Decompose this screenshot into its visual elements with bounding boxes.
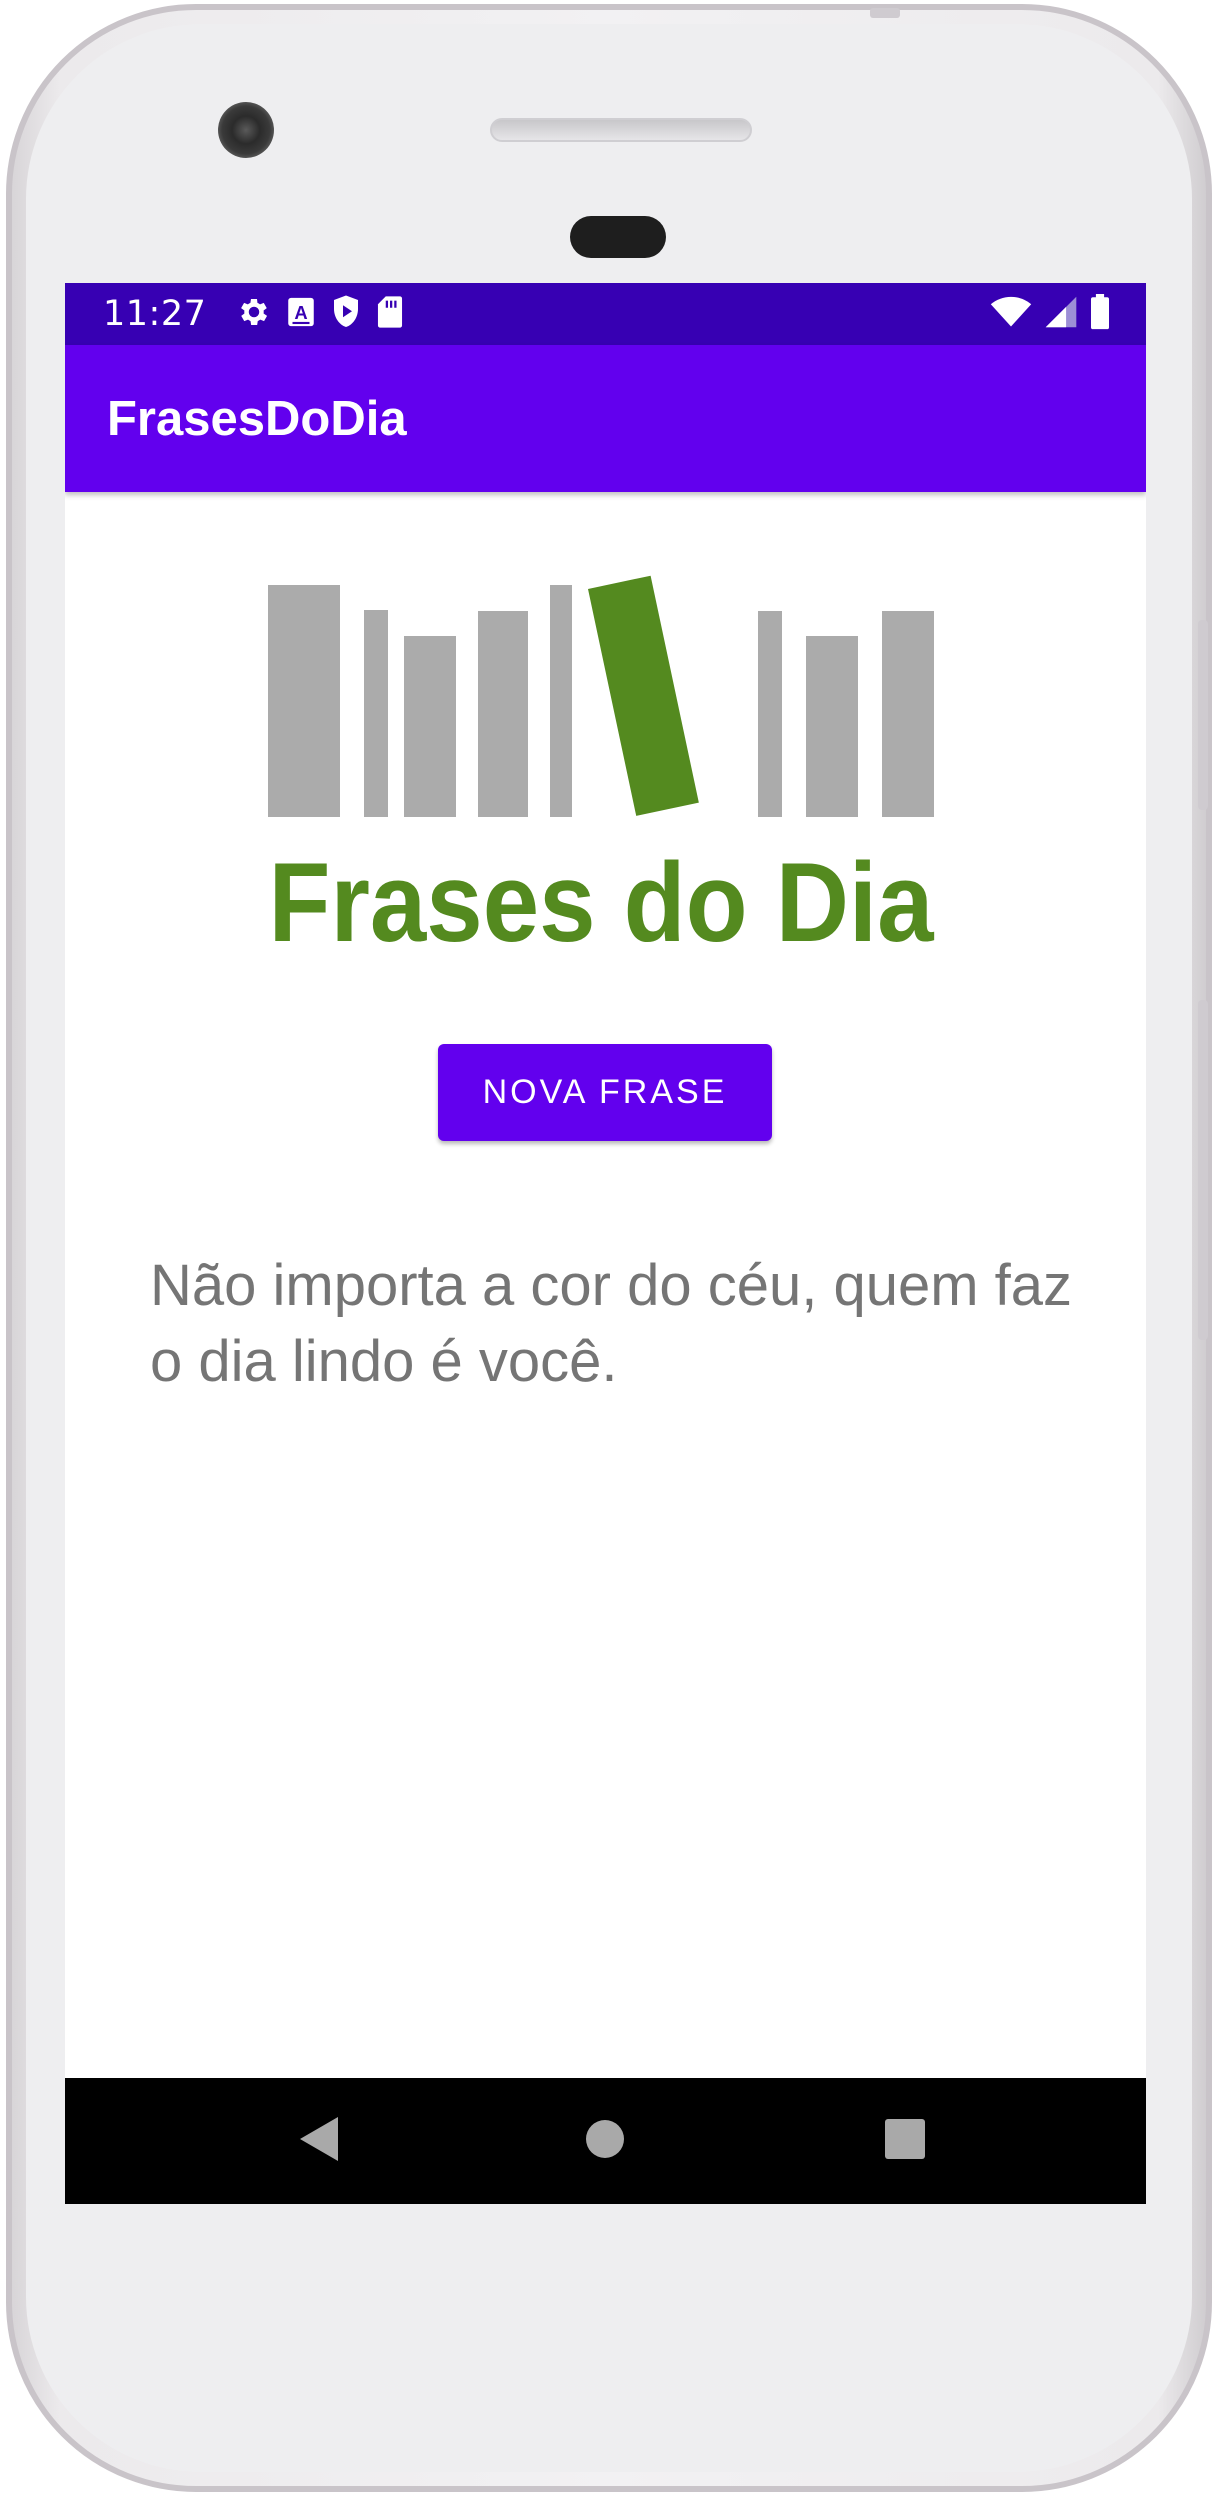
volume-button <box>1198 1000 1208 1340</box>
phrase-text: Não importa a cor do céu, quem faz o dia… <box>150 1253 1073 1394</box>
status-system-icons <box>990 283 1110 345</box>
svg-text:A: A <box>295 302 308 323</box>
recents-icon <box>885 2119 925 2163</box>
frases-do-dia-logo: Frases do Dia <box>268 573 938 965</box>
home-button[interactable] <box>550 2078 660 2204</box>
earpiece <box>570 216 666 258</box>
home-icon <box>586 2120 624 2162</box>
speaker-grille <box>490 118 752 142</box>
back-icon <box>300 2117 340 2165</box>
app-title: FrasesDoDia <box>107 391 407 446</box>
status-notification-icons: A <box>236 294 404 334</box>
wifi-icon <box>990 295 1032 333</box>
phone-top-nub <box>870 8 900 18</box>
sd-card-icon <box>376 295 404 333</box>
cell-signal-icon <box>1044 295 1078 333</box>
app-bar: FrasesDoDia <box>65 345 1146 492</box>
status-bar: 11:27 A <box>65 283 1146 345</box>
svg-text:Frases do Dia: Frases do Dia <box>269 840 935 963</box>
battery-icon <box>1090 294 1110 334</box>
recents-button[interactable] <box>850 2078 960 2204</box>
text-a-icon: A <box>286 295 316 333</box>
shield-play-icon <box>330 294 362 334</box>
nova-frase-button[interactable]: NOVA FRASE <box>438 1044 772 1141</box>
status-time: 11:27 <box>103 294 207 334</box>
app-screen: 11:27 A FrasesDoDia Frases do Dia NOVA F… <box>65 283 1146 2204</box>
navigation-bar <box>65 2078 1146 2204</box>
front-camera-icon <box>218 102 274 158</box>
power-button <box>1198 620 1208 810</box>
back-button[interactable] <box>265 2078 375 2204</box>
gear-icon <box>236 294 272 334</box>
